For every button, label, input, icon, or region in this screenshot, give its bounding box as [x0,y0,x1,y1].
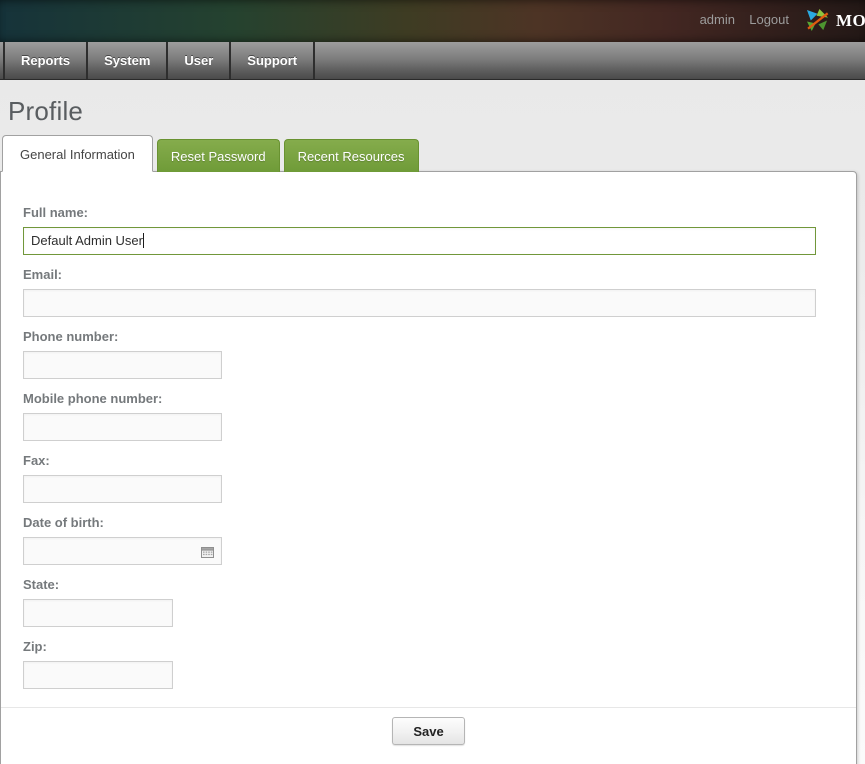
date-of-birth-label: Date of birth: [23,515,816,530]
field-email: Email: [23,267,816,317]
profile-form: Full name: Default Admin User Email: Phone … [1,172,856,707]
modx-brand-text: MODX [836,11,865,31]
save-button[interactable]: Save [392,717,465,745]
logout-link[interactable]: Logout [749,12,789,27]
form-footer: Save [1,707,856,745]
state-input[interactable] [23,599,173,627]
nav-item-reports[interactable]: Reports [3,42,88,79]
tab-recent-resources[interactable]: Recent Resources [284,139,419,172]
main-nav: ReportsSystemUserSupport [0,42,865,80]
zip-input[interactable] [23,661,173,689]
fax-input[interactable] [23,475,222,503]
field-date-of-birth: Date of birth: [23,515,816,565]
top-header: admin Logout MODX [0,0,865,42]
text-caret [143,233,144,248]
nav-item-user[interactable]: User [168,42,231,79]
phone-number-input[interactable] [23,351,222,379]
username-link[interactable]: admin [700,12,735,27]
tab-bar: General InformationReset PasswordRecent … [2,135,865,172]
tab-reset-password[interactable]: Reset Password [157,139,280,172]
mobile-phone-number-label: Mobile phone number: [23,391,816,406]
tab-general-information[interactable]: General Information [2,135,153,172]
state-label: State: [23,577,816,592]
field-phone-number: Phone number: [23,329,816,379]
calendar-icon[interactable] [201,545,214,557]
content-panel: Full name: Default Admin User Email: Phone … [0,171,857,764]
field-full-name: Full name: Default Admin User [23,205,816,255]
full-name-input[interactable]: Default Admin User [23,227,816,255]
email-label: Email: [23,267,816,282]
phone-number-label: Phone number: [23,329,816,344]
nav-item-system[interactable]: System [88,42,168,79]
mobile-phone-number-input[interactable] [23,413,222,441]
fax-label: Fax: [23,453,816,468]
zip-label: Zip: [23,639,816,654]
field-state: State: [23,577,816,627]
profile-page: admin Logout MODX ReportsSystemUserSuppo… [0,0,865,764]
modx-logo: MODX [806,9,865,32]
email-input[interactable] [23,289,816,317]
field-zip: Zip: [23,639,816,689]
full-name-label: Full name: [23,205,816,220]
date-of-birth-input[interactable] [23,537,222,565]
field-mobile-phone-number: Mobile phone number: [23,391,816,441]
page-title: Profile [8,96,865,127]
modx-pinwheel-icon [806,9,829,32]
nav-item-support[interactable]: Support [231,42,315,79]
field-fax: Fax: [23,453,816,503]
